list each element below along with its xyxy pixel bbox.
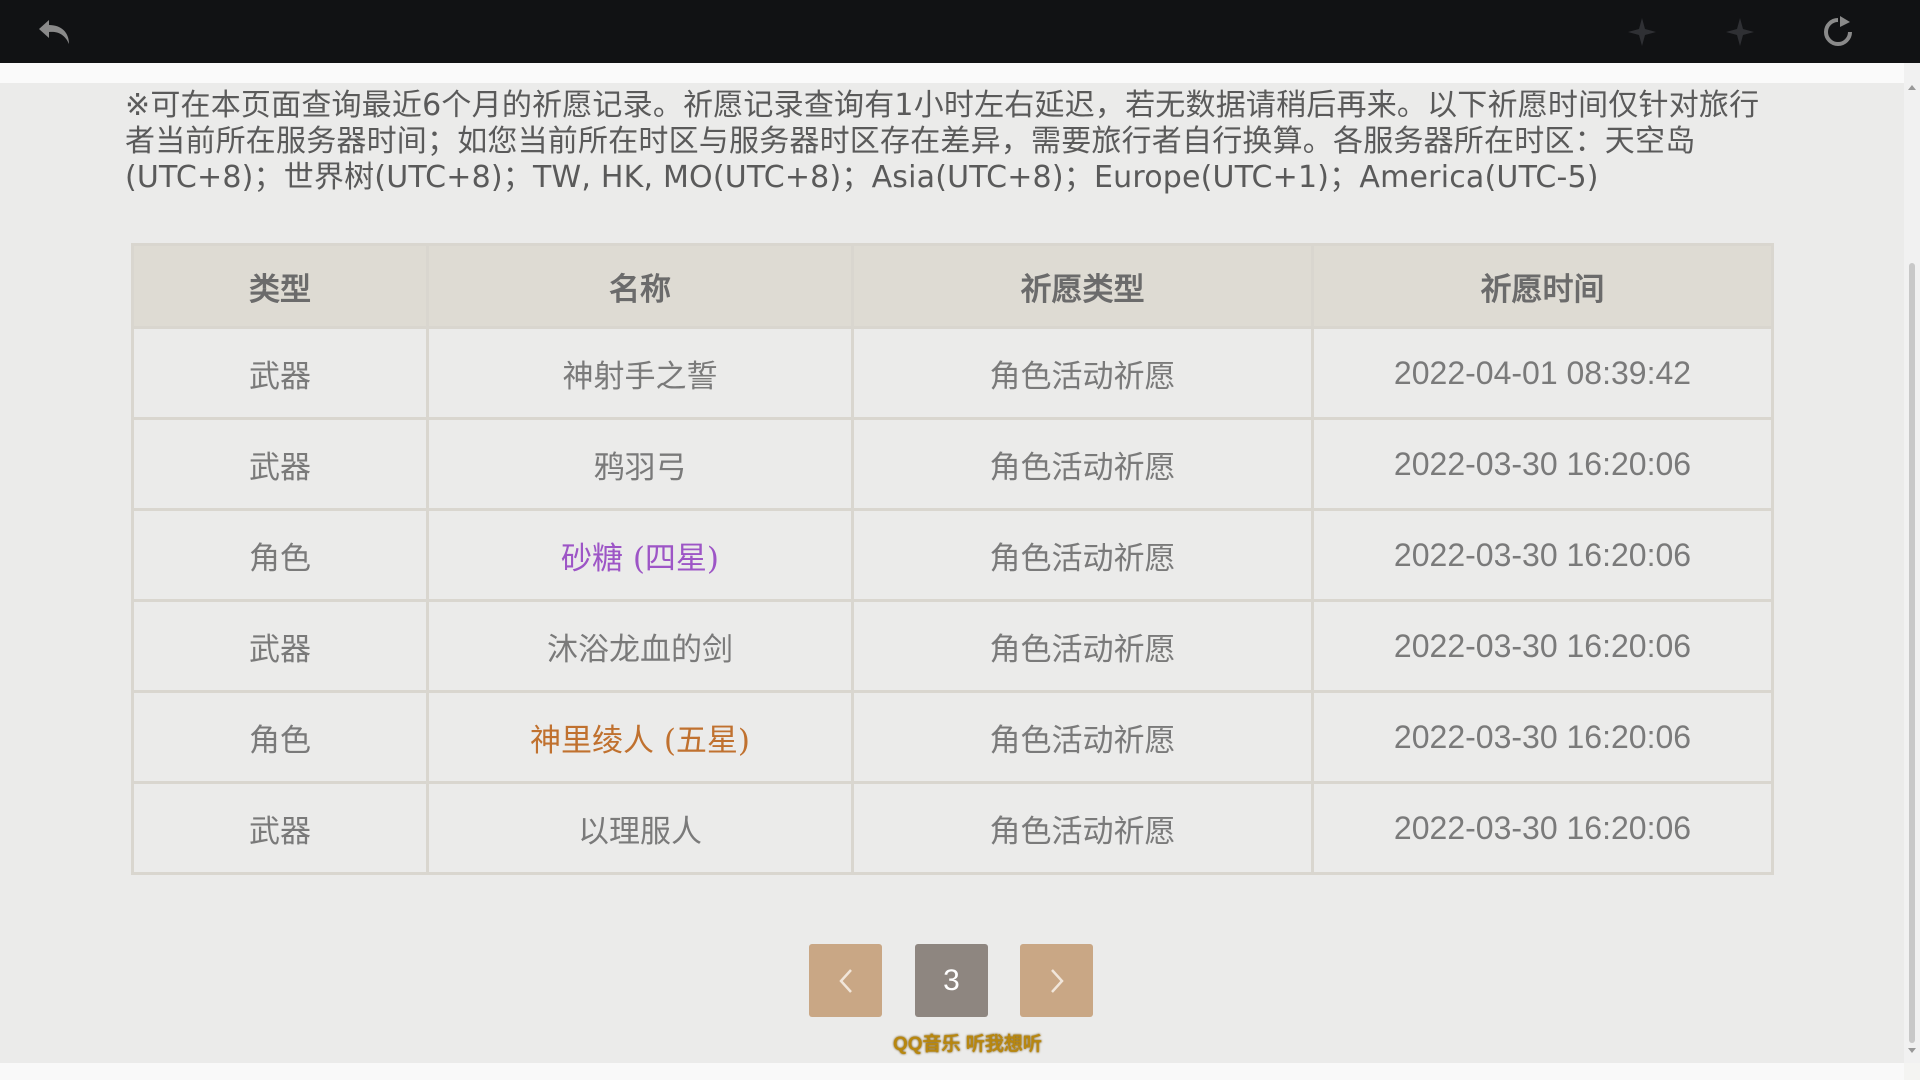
refresh-icon [1824, 16, 1852, 46]
wish-history-page: ※可在本页面查询最近6个月的祈愿记录。祈愿记录查询有1小时左右延迟，若无数据请稍… [0, 83, 1904, 1063]
column-header-name: 名称 [426, 243, 854, 329]
column-header-wish-type: 祈愿类型 [851, 243, 1314, 329]
table-header-row: 类型 名称 祈愿类型 祈愿时间 [131, 243, 1774, 329]
cell-time: 2022-04-01 08:39:42 [1311, 326, 1774, 420]
wish-notice-text: ※可在本页面查询最近6个月的祈愿记录。祈愿记录查询有1小时左右延迟，若无数据请稍… [125, 88, 1760, 195]
chevron-right-icon [1050, 968, 1064, 993]
cell-name: 鸦羽弓 [426, 417, 854, 511]
cell-wish-type: 角色活动祈愿 [851, 508, 1314, 602]
cell-type: 角色 [131, 508, 429, 602]
qq-music-watermark: QQ音乐 听我想听 [893, 1034, 1042, 1055]
cell-name: 神射手之誓 [426, 326, 854, 420]
table-row: 武器 以理服人 角色活动祈愿 2022-03-30 16:20:06 [131, 781, 1774, 875]
cell-type: 武器 [131, 599, 429, 693]
column-header-type: 类型 [131, 243, 429, 329]
cell-type: 武器 [131, 781, 429, 875]
table-row: 角色 砂糖 (四星) 角色活动祈愿 2022-03-30 16:20:06 [131, 508, 1774, 602]
nav-next-button[interactable] [1718, 10, 1762, 54]
table-row: 武器 沐浴龙血的剑 角色活动祈愿 2022-03-30 16:20:06 [131, 599, 1774, 693]
diamond-left-icon [1628, 18, 1656, 46]
refresh-button[interactable] [1816, 10, 1860, 54]
back-button[interactable] [33, 10, 77, 54]
table-row: 角色 神里绫人 (五星) 角色活动祈愿 2022-03-30 16:20:06 [131, 690, 1774, 784]
cell-time: 2022-03-30 16:20:06 [1311, 599, 1774, 693]
cell-time: 2022-03-30 16:20:06 [1311, 781, 1774, 875]
chevron-left-icon [838, 968, 852, 993]
vertical-scrollbar[interactable] [1904, 63, 1920, 1063]
scroll-down-arrow-icon[interactable] [1908, 1048, 1916, 1053]
cell-name-five-star: 神里绫人 (五星) [426, 690, 854, 784]
nav-previous-button[interactable] [1620, 10, 1664, 54]
cell-wish-type: 角色活动祈愿 [851, 781, 1314, 875]
cell-name: 沐浴龙血的剑 [426, 599, 854, 693]
cell-type: 角色 [131, 690, 429, 784]
bottom-strip [0, 1063, 1904, 1080]
cell-name-four-star: 砂糖 (四星) [426, 508, 854, 602]
cell-wish-type: 角色活动祈愿 [851, 417, 1314, 511]
cell-wish-type: 角色活动祈愿 [851, 326, 1314, 420]
cell-wish-type: 角色活动祈愿 [851, 599, 1314, 693]
diamond-right-icon [1726, 18, 1754, 46]
cell-name: 以理服人 [426, 781, 854, 875]
cell-time: 2022-03-30 16:20:06 [1311, 417, 1774, 511]
cell-time: 2022-03-30 16:20:06 [1311, 508, 1774, 602]
back-arrow-icon [39, 20, 69, 44]
table-row: 武器 神射手之誓 角色活动祈愿 2022-04-01 08:39:42 [131, 326, 1774, 420]
scroll-up-arrow-icon[interactable] [1908, 85, 1916, 90]
scrollbar-thumb[interactable] [1909, 263, 1915, 1043]
column-header-wish-time: 祈愿时间 [1311, 243, 1774, 329]
cell-time: 2022-03-30 16:20:06 [1311, 690, 1774, 784]
top-toolbar [0, 0, 1920, 63]
current-page-button[interactable]: 3 [915, 944, 988, 1017]
cell-wish-type: 角色活动祈愿 [851, 690, 1314, 784]
wish-history-table: 类型 名称 祈愿类型 祈愿时间 武器 神射手之誓 角色活动祈愿 2022-04-… [131, 243, 1774, 875]
table-row: 武器 鸦羽弓 角色活动祈愿 2022-03-30 16:20:06 [131, 417, 1774, 511]
cell-type: 武器 [131, 417, 429, 511]
previous-page-button[interactable] [809, 944, 882, 1017]
top-strip [0, 63, 1920, 83]
next-page-button[interactable] [1020, 944, 1093, 1017]
cell-type: 武器 [131, 326, 429, 420]
